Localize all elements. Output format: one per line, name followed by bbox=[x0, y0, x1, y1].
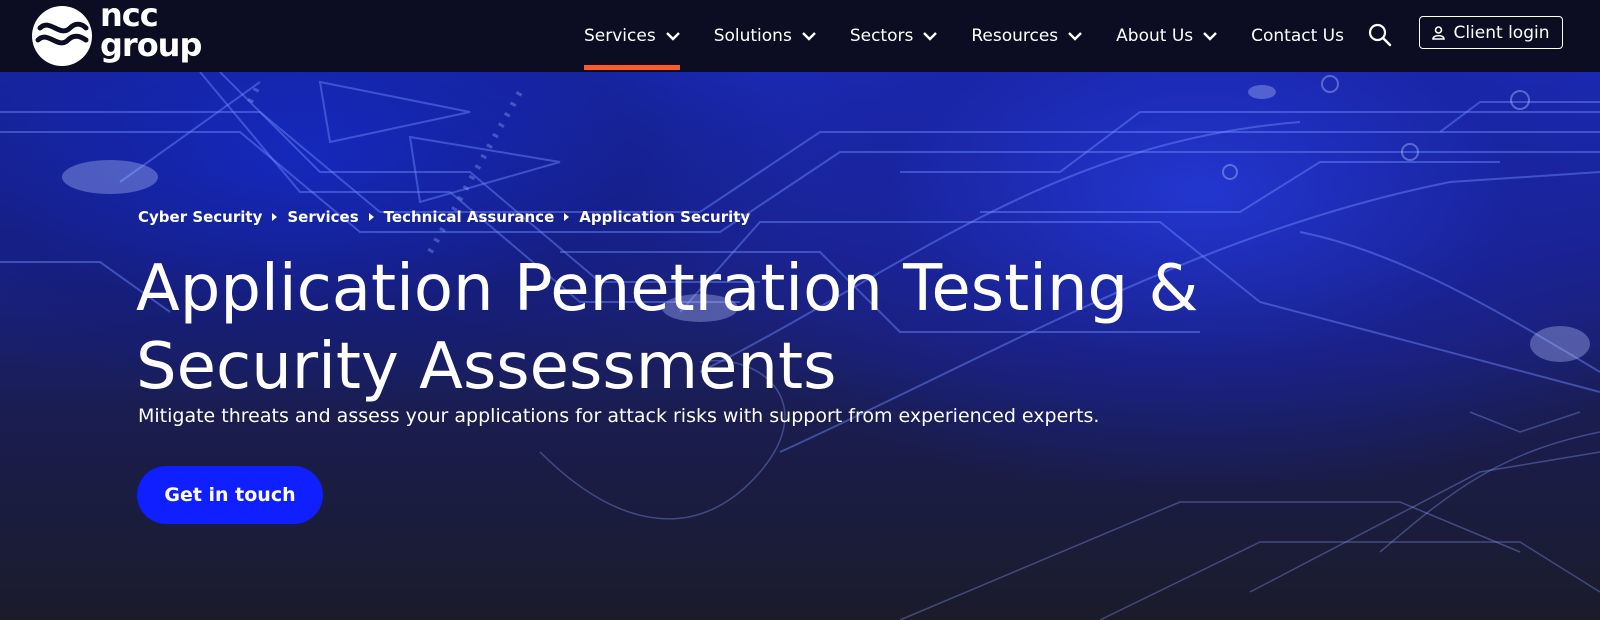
nav-sectors[interactable]: Sectors bbox=[850, 0, 938, 72]
page-title-line-2: Security Assessments bbox=[136, 330, 837, 404]
nav-solutions[interactable]: Solutions bbox=[714, 0, 816, 72]
nav-contact-us[interactable]: Contact Us bbox=[1251, 26, 1344, 46]
user-icon bbox=[1432, 25, 1446, 40]
hero-subtitle: Mitigate threats and assess your applica… bbox=[138, 405, 1100, 427]
ncc-group-logo-mark-icon bbox=[32, 6, 92, 66]
breadcrumb: Cyber Security Services Technical Assura… bbox=[138, 208, 750, 226]
top-navigation-bar: ncc group Services Solutions Sectors Res… bbox=[0, 0, 1600, 72]
wordmark-line-2: group bbox=[100, 26, 202, 64]
breadcrumb-separator-icon bbox=[272, 213, 278, 221]
nav-resources[interactable]: Resources bbox=[971, 0, 1083, 72]
ncc-group-logo[interactable]: ncc group bbox=[30, 0, 230, 66]
breadcrumb-services[interactable]: Services bbox=[287, 208, 358, 226]
nav-solutions-label: Solutions bbox=[713, 26, 792, 46]
get-in-touch-button[interactable]: Get in touch bbox=[137, 466, 323, 524]
chevron-down-icon bbox=[1068, 31, 1083, 41]
breadcrumb-technical-assurance[interactable]: Technical Assurance bbox=[384, 208, 555, 226]
chevron-down-icon bbox=[801, 31, 816, 41]
page: Cyber Security Services Technical Assura… bbox=[0, 0, 1600, 620]
nav-services-label: Services bbox=[584, 26, 656, 46]
nav-sectors-label: Sectors bbox=[849, 26, 914, 46]
chevron-down-icon bbox=[923, 31, 938, 41]
breadcrumb-separator-icon bbox=[368, 213, 374, 221]
nav-about-us-label: About Us bbox=[1116, 26, 1194, 46]
main-nav: Services Solutions Sectors Resources Abo… bbox=[584, 0, 1378, 72]
breadcrumb-application-security[interactable]: Application Security bbox=[579, 208, 750, 226]
search-icon[interactable] bbox=[1366, 21, 1394, 49]
breadcrumb-cyber-security[interactable]: Cyber Security bbox=[138, 208, 262, 226]
client-login-label: Client login bbox=[1453, 22, 1550, 43]
nav-about-us[interactable]: About Us bbox=[1116, 0, 1217, 72]
breadcrumb-separator-icon bbox=[564, 213, 570, 221]
ncc-group-wordmark: ncc group bbox=[100, 0, 202, 64]
page-title-line-1: Application Penetration Testing & bbox=[136, 252, 1199, 326]
nav-resources-label: Resources bbox=[971, 26, 1059, 46]
nav-services[interactable]: Services bbox=[584, 0, 680, 72]
chevron-down-icon bbox=[665, 31, 680, 41]
chevron-down-icon bbox=[1203, 31, 1217, 41]
page-title: Application Penetration Testing & Securi… bbox=[136, 250, 1336, 406]
client-login-button[interactable]: Client login bbox=[1419, 16, 1563, 49]
hero-section: Cyber Security Services Technical Assura… bbox=[0, 72, 1600, 620]
